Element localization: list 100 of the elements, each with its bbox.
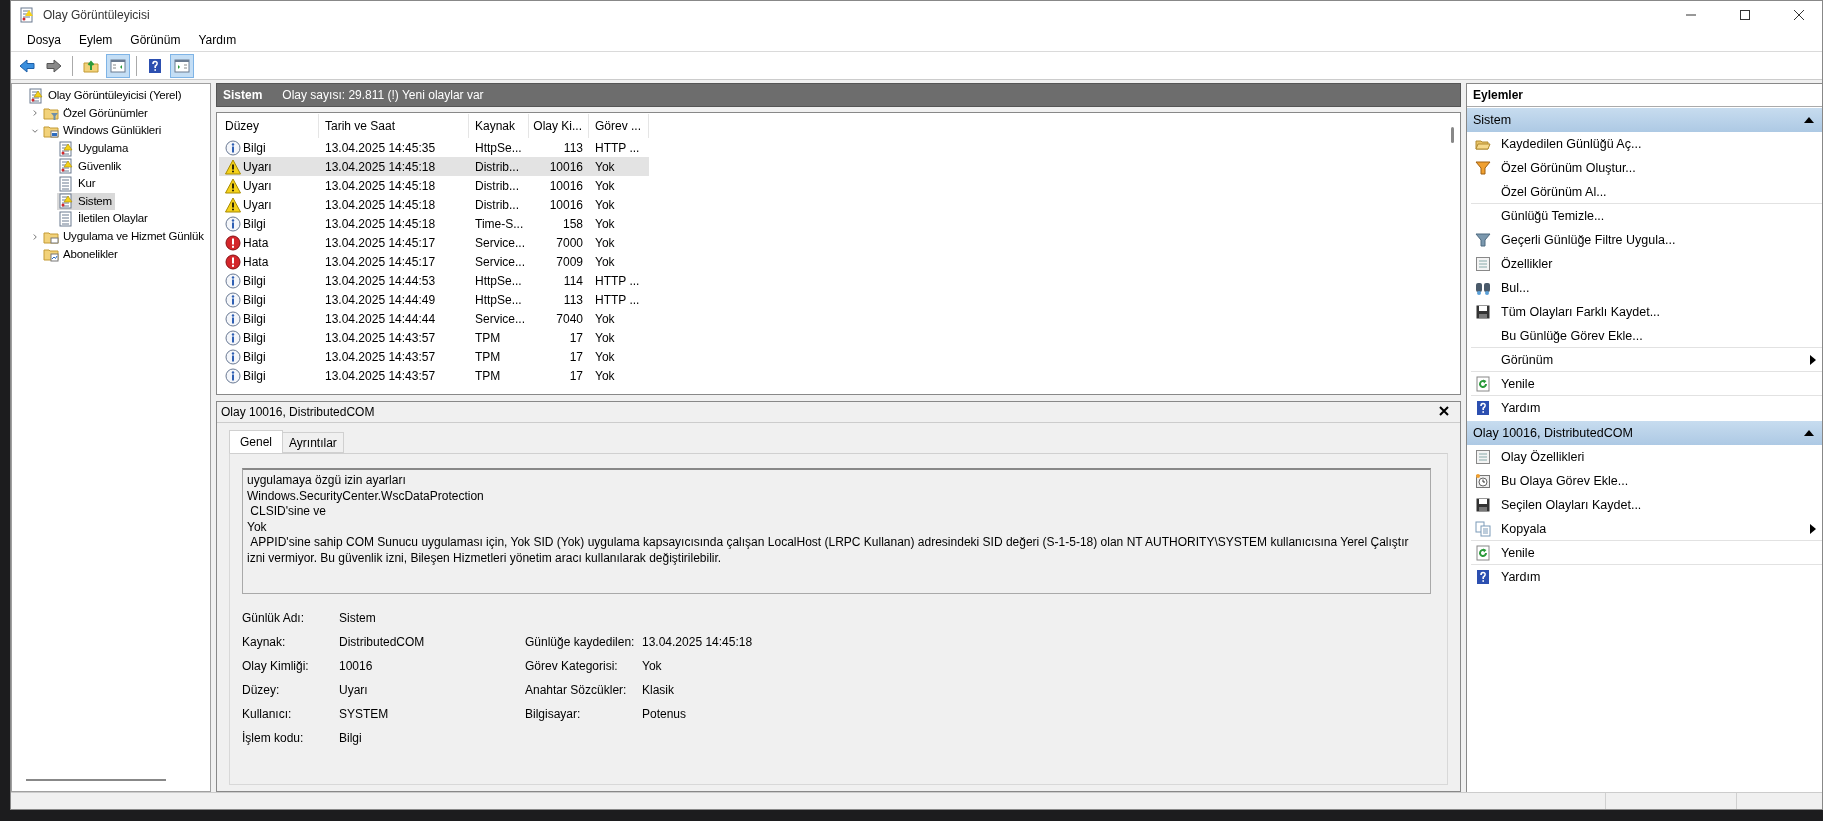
section-title: Sistem — [1473, 113, 1512, 127]
action-item[interactable]: Özellikler — [1471, 252, 1822, 276]
collapse-icon[interactable] — [1804, 117, 1814, 123]
field-value: Klasik — [642, 683, 675, 697]
tree-item[interactable]: Kur — [57, 175, 99, 193]
forward-arrow-icon — [46, 57, 62, 74]
pane-right-icon — [174, 57, 190, 74]
field-value: Sistem — [339, 611, 377, 625]
tab[interactable]: Genel — [229, 430, 284, 453]
info-icon — [225, 291, 241, 308]
table-cell: 114 — [563, 273, 583, 288]
tree-item[interactable]: Uygulama ve Hizmet Günlük — [42, 228, 207, 246]
close-icon — [1438, 405, 1450, 417]
field-value: 10016 — [339, 659, 374, 673]
action-item[interactable]: Bu Günlüğe Görev Ekle... — [1471, 324, 1822, 348]
table-cell: Distrib... — [475, 178, 519, 193]
table-cell: Yok — [595, 178, 615, 193]
action-item[interactable]: Tüm Olayları Farklı Kaydet... — [1471, 300, 1822, 324]
table-cell: Yok — [595, 159, 615, 174]
section-header[interactable]: Olay 10016, DistributedCOM — [1467, 421, 1822, 445]
menu-item[interactable]: Görünüm — [122, 31, 189, 49]
page-icon — [58, 210, 74, 227]
tree-item[interactable]: Olay Görüntüleyicisi (Yerel) — [27, 87, 185, 105]
log-icon — [28, 87, 44, 104]
action-item[interactable]: Kaydedilen Günlüğü Aç... — [1471, 132, 1822, 156]
log-icon — [58, 193, 74, 210]
table-cell: Yok — [595, 197, 615, 212]
menu-item[interactable]: Eylem — [71, 31, 121, 49]
table-cell: TPM — [475, 330, 501, 345]
table-cell: Distrib... — [475, 197, 519, 212]
table-cell: Uyarı — [243, 197, 272, 212]
toolbar-button[interactable] — [170, 53, 194, 78]
action-item[interactable]: Yenile — [1471, 541, 1822, 565]
toolbar-button[interactable] — [106, 53, 130, 78]
action-item[interactable]: Kopyala — [1471, 517, 1822, 541]
tab[interactable]: Ayrıntılar — [282, 432, 344, 453]
funnel-icon — [1475, 231, 1491, 248]
collapse-icon[interactable] — [1804, 430, 1814, 436]
field-label: Bilgisayar: — [525, 707, 582, 721]
tree-item[interactable]: Uygulama — [57, 140, 132, 158]
table-cell: Bilgi — [243, 216, 266, 231]
table-cell: Bilgi — [243, 349, 266, 364]
action-item[interactable]: Özel Görünüm Oluştur... — [1471, 156, 1822, 180]
scrollbar-thumb[interactable] — [1450, 127, 1454, 143]
table-cell: Yok — [595, 368, 615, 383]
action-item[interactable]: Yardım — [1471, 565, 1822, 589]
table-cell: HttpSe... — [475, 292, 522, 307]
page-icon — [58, 175, 74, 192]
action-item[interactable]: Bu Olaya Görev Ekle... — [1471, 469, 1822, 493]
info-icon — [225, 215, 241, 232]
action-item[interactable]: Günlüğü Temizle... — [1471, 204, 1822, 228]
table-cell: HTTP ... — [595, 273, 640, 288]
table-cell: 13.04.2025 14:43:57 — [325, 368, 436, 383]
table-cell: Bilgi — [243, 140, 266, 155]
action-item[interactable]: Özel Görünüm Al... — [1471, 180, 1822, 204]
table-cell: Bilgi — [243, 368, 266, 383]
table-cell: 13.04.2025 14:45:17 — [325, 254, 436, 269]
table-cell: HTTP ... — [595, 140, 640, 155]
table-cell: 113 — [563, 140, 583, 155]
log-icon — [58, 158, 74, 175]
section-header[interactable]: Sistem — [1467, 108, 1822, 132]
table-cell: Hata — [243, 235, 269, 250]
action-item[interactable]: Seçilen Olayları Kaydet... — [1471, 493, 1822, 517]
copy-icon — [1475, 520, 1491, 537]
table-cell: 10016 — [549, 178, 583, 193]
help-icon — [1475, 568, 1491, 585]
action-item[interactable]: Görünüm — [1471, 348, 1822, 372]
help-icon — [147, 57, 163, 74]
action-item[interactable]: Bul... — [1471, 276, 1822, 300]
table-cell: Yok — [595, 235, 615, 250]
menu-item[interactable]: Yardım — [190, 31, 245, 49]
field-label: Günlük Adı: — [242, 611, 306, 625]
field-label: Günlüğe kaydedilen: — [525, 635, 636, 649]
table-cell: Hata — [243, 254, 269, 269]
table-cell: 7000 — [556, 235, 583, 250]
tree-item[interactable]: İletilen Olaylar — [57, 210, 151, 228]
action-item[interactable]: Olay Özellikleri — [1471, 445, 1822, 469]
window-title: Olay Görüntüleyicisi — [43, 8, 151, 22]
table-cell: Service... — [475, 311, 525, 326]
table-cell: 13.04.2025 14:44:53 — [325, 273, 436, 288]
tree-item[interactable]: Sistem — [57, 192, 115, 210]
action-item[interactable]: Geçerli Günlüğe Filtre Uygula... — [1471, 228, 1822, 252]
tree-item[interactable]: Güvenlik — [57, 157, 125, 175]
menu-item[interactable]: Dosya — [19, 31, 69, 49]
event-message: uygulamaya özgü izin ayarları Windows.SecurityCenter.WscDataProtection CLSID'sine ve Yok APPID'sine sahip COM Sunucu uygulaması için, Yok SID (Yok) uygulama kapsayıcısında çalışan LocalHost (LRPC Kullanan) adresindeki SID değeri (S-1-5-18) olan NT AUTHORITY\SYSTEM kullanıcısına Yerel Çalıştır izni vermiyor. Bu güvenlik izni, Bileşen Hizmetleri yönetim aracı kullanılarak değiştirilebilir. — [242, 468, 1431, 594]
event-row[interactable]: Uyarı 13.04.2025 14:45:18 Distrib... 10016 Yok — [219, 157, 649, 176]
action-item[interactable]: Yardım — [1471, 396, 1822, 420]
error-icon — [225, 234, 241, 251]
tree-item[interactable]: Özel Görünümler — [42, 104, 151, 122]
table-cell: 7040 — [556, 311, 583, 326]
table-cell: Yok — [595, 254, 615, 269]
scrollbar-thumb[interactable] — [26, 779, 166, 781]
folder-window-icon — [43, 123, 59, 139]
action-item[interactable]: Yenile — [1471, 372, 1822, 396]
tree-item[interactable]: Abonelikler — [42, 245, 121, 263]
field-label: İşlem kodu: — [242, 731, 305, 745]
table-cell: 13.04.2025 14:43:57 — [325, 330, 436, 345]
field-value: Bilgi — [339, 731, 363, 745]
tree-item[interactable]: Windows Günlükleri — [42, 122, 165, 140]
table-cell: 13.04.2025 14:45:18 — [325, 178, 436, 193]
